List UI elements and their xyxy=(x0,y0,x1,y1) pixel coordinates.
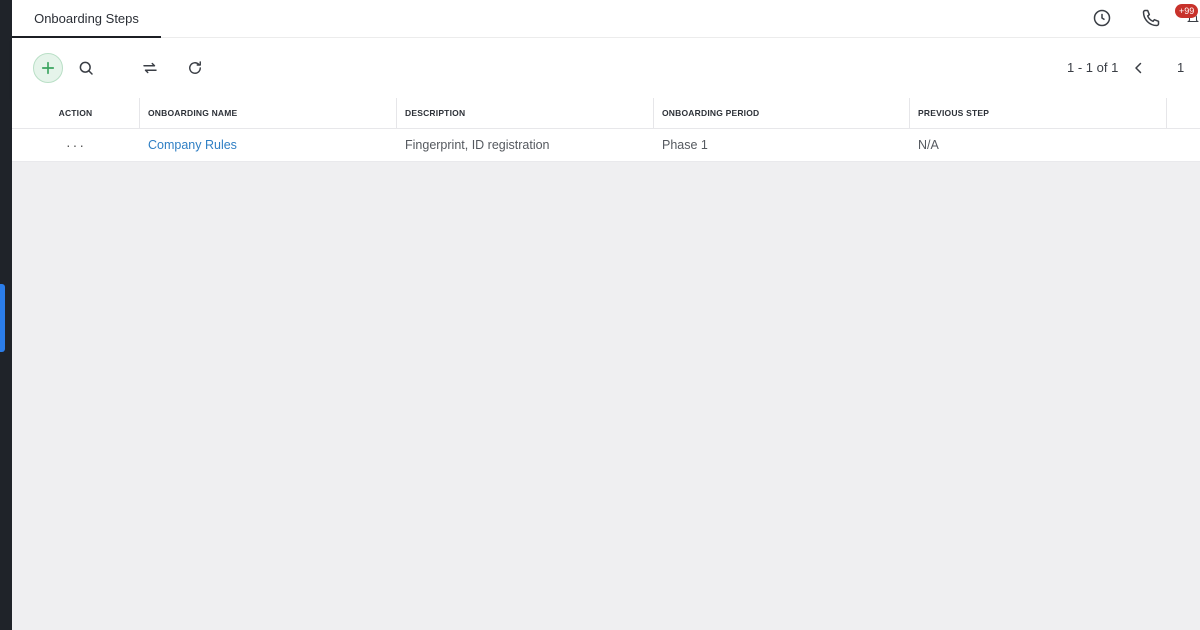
row-action-cell: ··· xyxy=(12,129,140,161)
row-previous-step-cell: N/A xyxy=(918,138,939,152)
plus-icon xyxy=(41,61,55,75)
current-page-number[interactable]: 1 xyxy=(1177,60,1184,75)
table-header: ACTION ONBOARDING NAME DESCRIPTION ONBOA… xyxy=(12,98,1200,129)
column-header-onboarding-period[interactable]: ONBOARDING PERIOD xyxy=(654,98,910,128)
search-button[interactable] xyxy=(71,53,101,83)
refresh-button[interactable] xyxy=(180,53,210,83)
clock-icon[interactable] xyxy=(1090,6,1114,30)
swap-button[interactable] xyxy=(135,53,165,83)
column-header-action[interactable]: ACTION xyxy=(12,98,140,128)
previous-page-button[interactable] xyxy=(1124,53,1154,83)
toolbar: 1 - 1 of 1 1 xyxy=(12,38,1200,98)
column-header-description[interactable]: DESCRIPTION xyxy=(397,98,654,128)
column-header-previous-step[interactable]: PREVIOUS STEP xyxy=(910,98,1167,128)
search-icon xyxy=(79,61,93,75)
pagination-summary: 1 - 1 of 1 xyxy=(1067,60,1119,75)
refresh-icon xyxy=(189,61,201,74)
sidebar-active-indicator[interactable] xyxy=(0,284,5,352)
onboarding-name-link[interactable]: Company Rules xyxy=(148,138,237,152)
phone-icon[interactable] xyxy=(1139,6,1163,30)
row-name-cell: Company Rules xyxy=(140,129,397,161)
tab-onboarding-steps[interactable]: Onboarding Steps xyxy=(12,0,161,38)
row-period-cell: Phase 1 xyxy=(662,138,708,152)
add-button[interactable] xyxy=(33,53,63,83)
onboarding-table: ACTION ONBOARDING NAME DESCRIPTION ONBOA… xyxy=(12,98,1200,162)
row-description-cell: Fingerprint, ID registration xyxy=(405,138,550,152)
swap-icon xyxy=(143,62,157,74)
app-root: Onboarding Steps +99 1 - 1 of 1 1 ACTION… xyxy=(0,0,1200,630)
notification-badge: +99 xyxy=(1175,4,1199,18)
column-header-spacer xyxy=(1167,98,1200,128)
table-row[interactable]: ··· Company Rules Fingerprint, ID regist… xyxy=(12,129,1200,162)
column-header-onboarding-name[interactable]: ONBOARDING NAME xyxy=(140,98,397,128)
top-header: Onboarding Steps +99 xyxy=(12,0,1200,38)
chevron-left-icon xyxy=(1135,62,1142,74)
row-spacer-cell xyxy=(1167,129,1200,161)
more-actions-icon[interactable]: ··· xyxy=(66,137,86,153)
